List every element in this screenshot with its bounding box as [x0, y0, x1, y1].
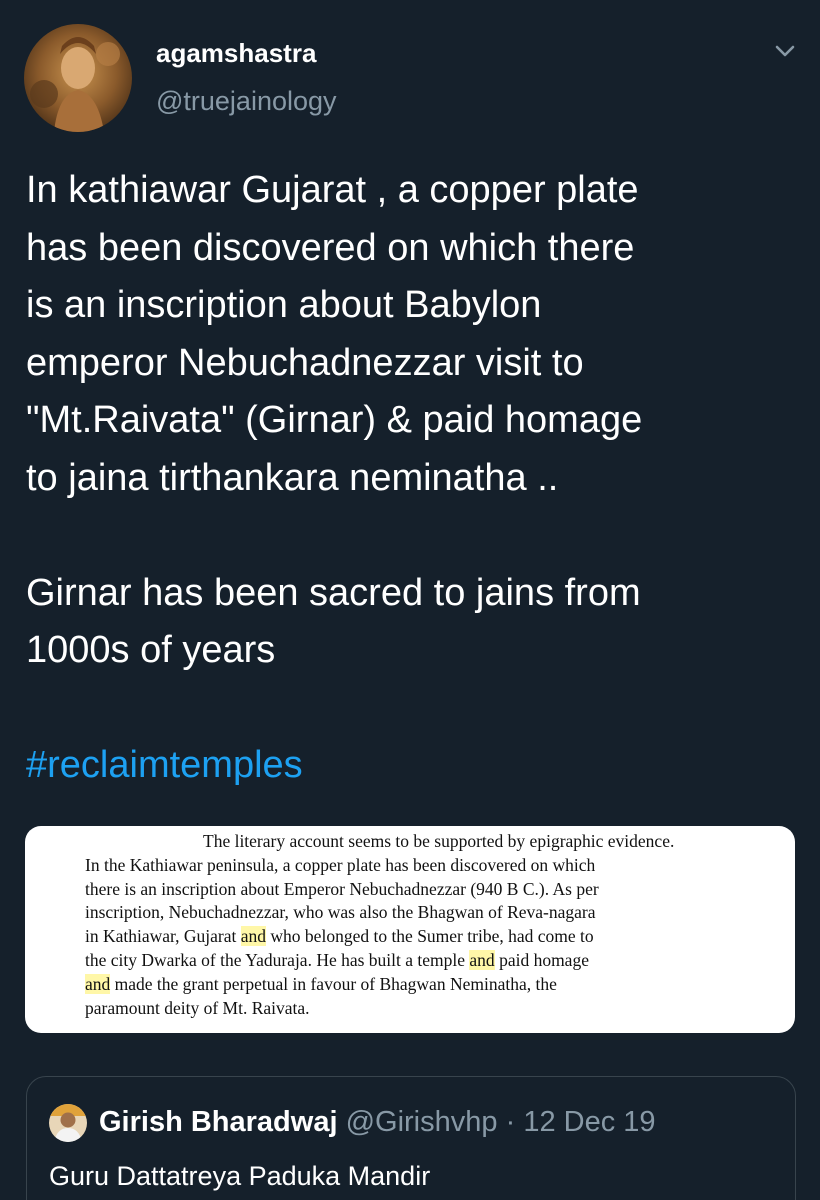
scan-text: made the grant perpetual in favour of Bh…: [110, 973, 557, 994]
tweet-text-line: "Mt.Raivata" (Girnar) & paid homage: [26, 399, 643, 441]
highlighted-word: and: [240, 926, 267, 947]
scan-line: there is an inscription about Emperor Ne…: [85, 878, 599, 899]
tweet-menu-button[interactable]: [768, 38, 802, 66]
scanned-book-text: The literary account seems to be support…: [85, 830, 795, 1020]
separator-dot: ·: [505, 1106, 516, 1138]
quoted-author-handle[interactable]: @Girishvhp: [346, 1106, 498, 1138]
scan-line: paramount deity of Mt. Raivata.: [85, 997, 310, 1018]
tweet-text-line: 1000s of years: [26, 629, 276, 671]
highlighted-word: and: [85, 973, 111, 994]
scan-line: in Kathiawar, Gujarat and who belonged t…: [85, 925, 795, 949]
attached-image[interactable]: The literary account seems to be support…: [25, 826, 795, 1033]
quoted-tweet-header: Girish Bharadwaj @Girishvhp · 12 Dec 19: [99, 1106, 656, 1139]
quoted-tweet[interactable]: Girish Bharadwaj @Girishvhp · 12 Dec 19 …: [26, 1076, 796, 1200]
avatar-painting-icon: [24, 24, 132, 132]
scan-line: and made the grant perpetual in favour o…: [85, 973, 795, 997]
chevron-down-icon: [775, 45, 795, 57]
tweet-text-line: emperor Nebuchadnezzar visit to: [26, 341, 584, 384]
tweet-text-line: is an inscription about Babylon: [26, 284, 542, 326]
scan-line: the city Dwarka of the Yaduraja. He has …: [85, 949, 795, 973]
tweet-text: In kathiawar Gujarat , a copper plate ha…: [26, 162, 806, 795]
tweet-text-line: has been discovered on which there: [26, 226, 635, 269]
author-display-name[interactable]: agamshastra: [156, 38, 316, 69]
scan-text: who belonged to the Sumer tribe, had com…: [266, 926, 594, 947]
tweet-text-line: Girnar has been sacred to jains from: [26, 571, 641, 614]
scan-text: in Kathiawar, Gujarat: [85, 926, 241, 947]
scan-line: In the Kathiawar peninsula, a copper pla…: [85, 854, 596, 875]
hashtag-link[interactable]: #reclaimtemples: [26, 737, 806, 795]
quoted-tweet-text: Guru Dattatreya Paduka Mandir: [49, 1161, 431, 1191]
tweet-text-line: to jaina tirthankara neminatha ..: [26, 456, 559, 499]
quoted-author-name[interactable]: Girish Bharadwaj: [99, 1106, 338, 1138]
highlighted-word: and: [469, 949, 495, 970]
scan-line: The literary account seems to be support…: [203, 831, 675, 851]
avatar-photo-icon: [49, 1104, 87, 1142]
author-avatar[interactable]: [24, 24, 132, 132]
author-handle[interactable]: @truejainology: [156, 86, 337, 117]
scan-text: the city Dwarka of the Yaduraja. He has …: [85, 949, 470, 970]
quoted-author-avatar[interactable]: [49, 1104, 87, 1142]
tweet-text-line: In kathiawar Gujarat , a copper plate: [26, 169, 639, 211]
scan-text: paid homage: [494, 949, 589, 970]
quoted-tweet-date[interactable]: 12 Dec 19: [523, 1106, 655, 1138]
scan-line: inscription, Nebuchadnezzar, who was als…: [85, 902, 596, 923]
